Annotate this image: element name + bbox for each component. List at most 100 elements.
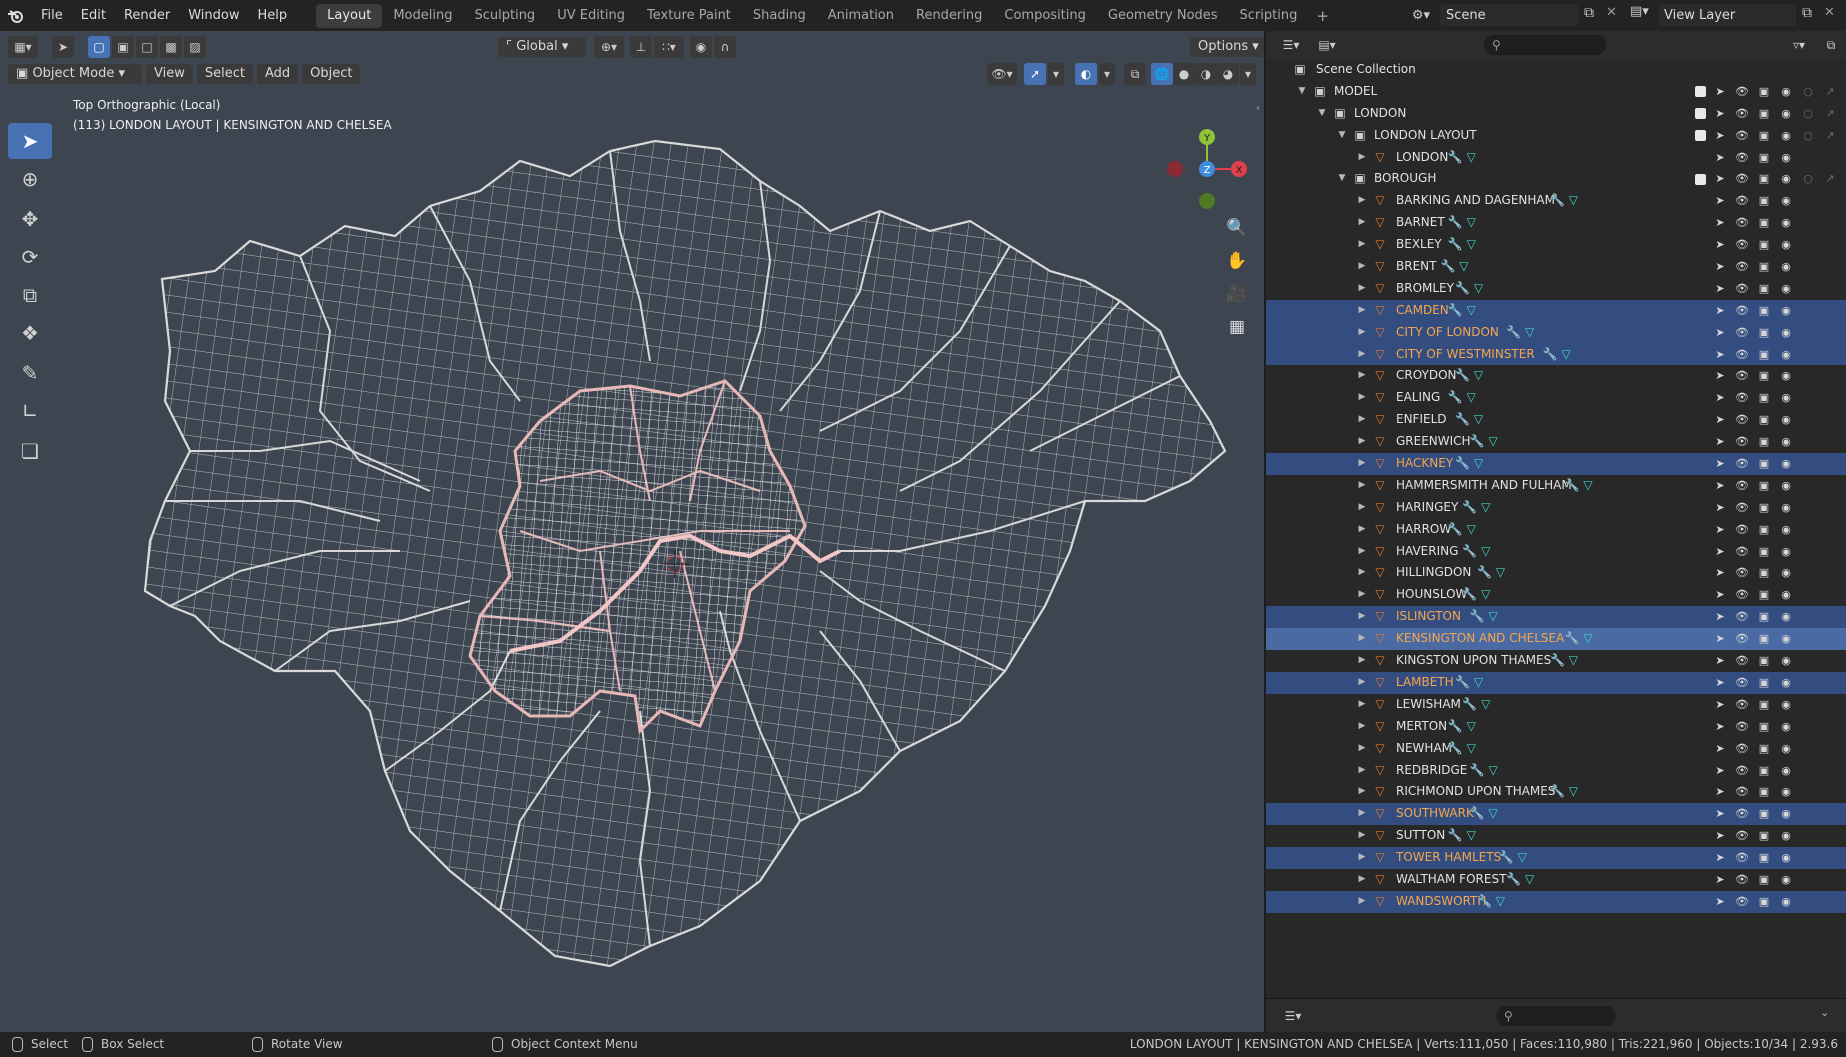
visibility-eye-icon[interactable]: 👁 bbox=[1734, 694, 1750, 716]
falloff-icon[interactable]: ∩ bbox=[714, 36, 736, 58]
visibility-eye-icon[interactable]: 👁 bbox=[1734, 125, 1750, 147]
selectable-arrow-icon[interactable]: ➤ bbox=[1712, 803, 1728, 825]
holdout-icon[interactable]: ○ bbox=[1800, 81, 1816, 103]
render-camera-icon[interactable]: ◉ bbox=[1778, 781, 1794, 803]
collapse-arrow-icon[interactable]: ▼ bbox=[1336, 168, 1348, 190]
tab-sculpting[interactable]: Sculpting bbox=[463, 4, 546, 28]
sidebar-toggle-icon[interactable]: ‹ bbox=[1256, 103, 1260, 114]
selectable-arrow-icon[interactable]: ➤ bbox=[1712, 716, 1728, 738]
modifier-wrench-icon[interactable]: 🔧 bbox=[1448, 828, 1463, 842]
expand-arrow-icon[interactable]: ▶ bbox=[1356, 497, 1368, 519]
outliner-search-input[interactable]: ⚲ bbox=[1484, 35, 1606, 55]
selectable-arrow-icon[interactable]: ➤ bbox=[1712, 387, 1728, 409]
modifier-wrench-icon[interactable]: 🔧 bbox=[1499, 850, 1514, 864]
object-row-london[interactable]: ▶ ▽ LONDON 🔧 ▽ ➤ 👁 ▣ ◉ bbox=[1266, 147, 1846, 169]
mesh-data-icon[interactable]: ▽ bbox=[1481, 587, 1490, 601]
object-row-kingston-upon-thames[interactable]: ▶ ▽ KINGSTON UPON THAMES 🔧 ▽ ➤ 👁 ▣ ◉ bbox=[1266, 650, 1846, 672]
viewport-monitor-icon[interactable]: ▣ bbox=[1756, 256, 1772, 278]
expand-arrow-icon[interactable]: ▶ bbox=[1356, 541, 1368, 563]
viewport-monitor-icon[interactable]: ▣ bbox=[1756, 409, 1772, 431]
viewport-menu-view[interactable]: View bbox=[146, 64, 193, 84]
mesh-data-icon[interactable]: ▽ bbox=[1561, 347, 1570, 361]
expand-arrow-icon[interactable]: ▶ bbox=[1356, 760, 1368, 782]
solid-shading-icon[interactable]: ● bbox=[1173, 63, 1195, 85]
selectable-arrow-icon[interactable]: ➤ bbox=[1712, 606, 1728, 628]
mesh-data-icon[interactable]: ▽ bbox=[1467, 741, 1476, 755]
editor-type-icon[interactable]: ▦▾ bbox=[8, 36, 38, 58]
mesh-data-icon[interactable]: ▽ bbox=[1467, 237, 1476, 251]
object-row-lewisham[interactable]: ▶ ▽ LEWISHAM 🔧 ▽ ➤ 👁 ▣ ◉ bbox=[1266, 694, 1846, 716]
modifier-wrench-icon[interactable]: 🔧 bbox=[1550, 653, 1565, 667]
visibility-eye-icon[interactable]: 👁 bbox=[1734, 409, 1750, 431]
tab-compositing[interactable]: Compositing bbox=[993, 4, 1097, 28]
visibility-eye-icon[interactable]: 👁 bbox=[1734, 606, 1750, 628]
mesh-data-icon[interactable]: ▽ bbox=[1467, 522, 1476, 536]
mesh-data-icon[interactable]: ▽ bbox=[1488, 763, 1497, 777]
london-wireframe-mesh[interactable] bbox=[0, 31, 1264, 1032]
visibility-eye-icon[interactable]: 👁 bbox=[1734, 584, 1750, 606]
expand-arrow-icon[interactable]: ▶ bbox=[1356, 781, 1368, 803]
visibility-eye-icon[interactable]: 👁 bbox=[1734, 365, 1750, 387]
expand-arrow-icon[interactable]: ▶ bbox=[1356, 344, 1368, 366]
object-row-richmond-upon-thames[interactable]: ▶ ▽ RICHMOND UPON THAMES 🔧 ▽ ➤ 👁 ▣ ◉ bbox=[1266, 781, 1846, 803]
selectable-arrow-icon[interactable]: ➤ bbox=[1712, 81, 1728, 103]
viewport-monitor-icon[interactable]: ▣ bbox=[1756, 716, 1772, 738]
display-mode-icon[interactable]: ▤▾ bbox=[1312, 34, 1342, 56]
visibility-eye-icon[interactable]: 👁 bbox=[1734, 103, 1750, 125]
expand-arrow-icon[interactable]: ▶ bbox=[1356, 387, 1368, 409]
collapse-arrow-icon[interactable]: ▼ bbox=[1316, 103, 1328, 125]
modifier-wrench-icon[interactable]: 🔧 bbox=[1448, 215, 1463, 229]
visibility-eye-icon[interactable]: 👁 bbox=[1734, 869, 1750, 891]
select-new-icon[interactable]: ▢ bbox=[88, 36, 110, 58]
render-camera-icon[interactable]: ◉ bbox=[1778, 453, 1794, 475]
select-subtract-icon[interactable]: □ bbox=[136, 36, 158, 58]
render-camera-icon[interactable]: ◉ bbox=[1778, 190, 1794, 212]
render-camera-icon[interactable]: ◉ bbox=[1778, 760, 1794, 782]
menu-help[interactable]: Help bbox=[249, 0, 297, 31]
collection-row-borough[interactable]: ▼ ▣ BOROUGH ➤ 👁 ▣ ◉ ○ ↗ bbox=[1266, 168, 1846, 190]
mesh-data-icon[interactable]: ▽ bbox=[1467, 719, 1476, 733]
object-row-greenwich[interactable]: ▶ ▽ GREENWICH 🔧 ▽ ➤ 👁 ▣ ◉ bbox=[1266, 431, 1846, 453]
gizmo-neg-x-axis[interactable] bbox=[1167, 161, 1183, 177]
viewport-monitor-icon[interactable]: ▣ bbox=[1756, 562, 1772, 584]
selectable-arrow-icon[interactable]: ➤ bbox=[1712, 344, 1728, 366]
viewport-monitor-icon[interactable]: ▣ bbox=[1756, 497, 1772, 519]
properties-search-input[interactable]: ⚲ bbox=[1496, 1006, 1616, 1026]
modifier-wrench-icon[interactable]: 🔧 bbox=[1448, 237, 1463, 251]
viewport-monitor-icon[interactable]: ▣ bbox=[1756, 168, 1772, 190]
expand-arrow-icon[interactable]: ▶ bbox=[1356, 365, 1368, 387]
modifier-wrench-icon[interactable]: 🔧 bbox=[1470, 609, 1485, 623]
navigation-gizmo[interactable]: Y X Z bbox=[1160, 127, 1260, 227]
visibility-eye-icon[interactable]: 👁 bbox=[1734, 81, 1750, 103]
object-row-ealing[interactable]: ▶ ▽ EALING 🔧 ▽ ➤ 👁 ▣ ◉ bbox=[1266, 387, 1846, 409]
render-camera-icon[interactable]: ◉ bbox=[1778, 168, 1794, 190]
mesh-data-icon[interactable]: ▽ bbox=[1488, 434, 1497, 448]
mesh-data-icon[interactable]: ▽ bbox=[1496, 894, 1505, 908]
object-row-croydon[interactable]: ▶ ▽ CROYDON 🔧 ▽ ➤ 👁 ▣ ◉ bbox=[1266, 365, 1846, 387]
render-camera-icon[interactable]: ◉ bbox=[1778, 519, 1794, 541]
annotate-tool-icon[interactable]: ✎ bbox=[8, 355, 52, 391]
selectable-arrow-icon[interactable]: ➤ bbox=[1712, 869, 1728, 891]
holdout-icon[interactable]: ○ bbox=[1800, 125, 1816, 147]
tab-texture-paint[interactable]: Texture Paint bbox=[636, 4, 742, 28]
modifier-wrench-icon[interactable]: 🔧 bbox=[1470, 434, 1485, 448]
render-camera-icon[interactable]: ◉ bbox=[1778, 278, 1794, 300]
object-row-kensington-and-chelsea[interactable]: ▶ ▽ KENSINGTON AND CHELSEA 🔧 ▽ ➤ 👁 ▣ ◉ bbox=[1266, 628, 1846, 651]
viewport-monitor-icon[interactable]: ▣ bbox=[1756, 519, 1772, 541]
object-row-haringey[interactable]: ▶ ▽ HARINGEY 🔧 ▽ ➤ 👁 ▣ ◉ bbox=[1266, 497, 1846, 519]
pivot-point-icon[interactable]: ⊕▾ bbox=[594, 36, 624, 58]
collection-row-london-layout[interactable]: ▼ ▣ LONDON LAYOUT ➤ 👁 ▣ ◉ ○ ↗ bbox=[1266, 125, 1846, 147]
expand-arrow-icon[interactable]: ▶ bbox=[1356, 212, 1368, 234]
expand-arrow-icon[interactable]: ▶ bbox=[1356, 475, 1368, 497]
selectable-arrow-icon[interactable]: ➤ bbox=[1712, 256, 1728, 278]
mesh-data-icon[interactable]: ▽ bbox=[1474, 281, 1483, 295]
selectable-arrow-icon[interactable]: ➤ bbox=[1712, 453, 1728, 475]
expand-arrow-icon[interactable]: ▶ bbox=[1356, 628, 1368, 650]
visibility-eye-icon[interactable]: 👁 bbox=[1734, 562, 1750, 584]
tab-layout[interactable]: Layout bbox=[316, 3, 383, 28]
render-camera-icon[interactable]: ◉ bbox=[1778, 891, 1794, 913]
viewport-monitor-icon[interactable]: ▣ bbox=[1756, 147, 1772, 169]
modifier-wrench-icon[interactable]: 🔧 bbox=[1455, 412, 1470, 426]
expand-arrow-icon[interactable]: ▶ bbox=[1356, 803, 1368, 825]
select-intersect-icon[interactable]: ▨ bbox=[184, 36, 206, 58]
